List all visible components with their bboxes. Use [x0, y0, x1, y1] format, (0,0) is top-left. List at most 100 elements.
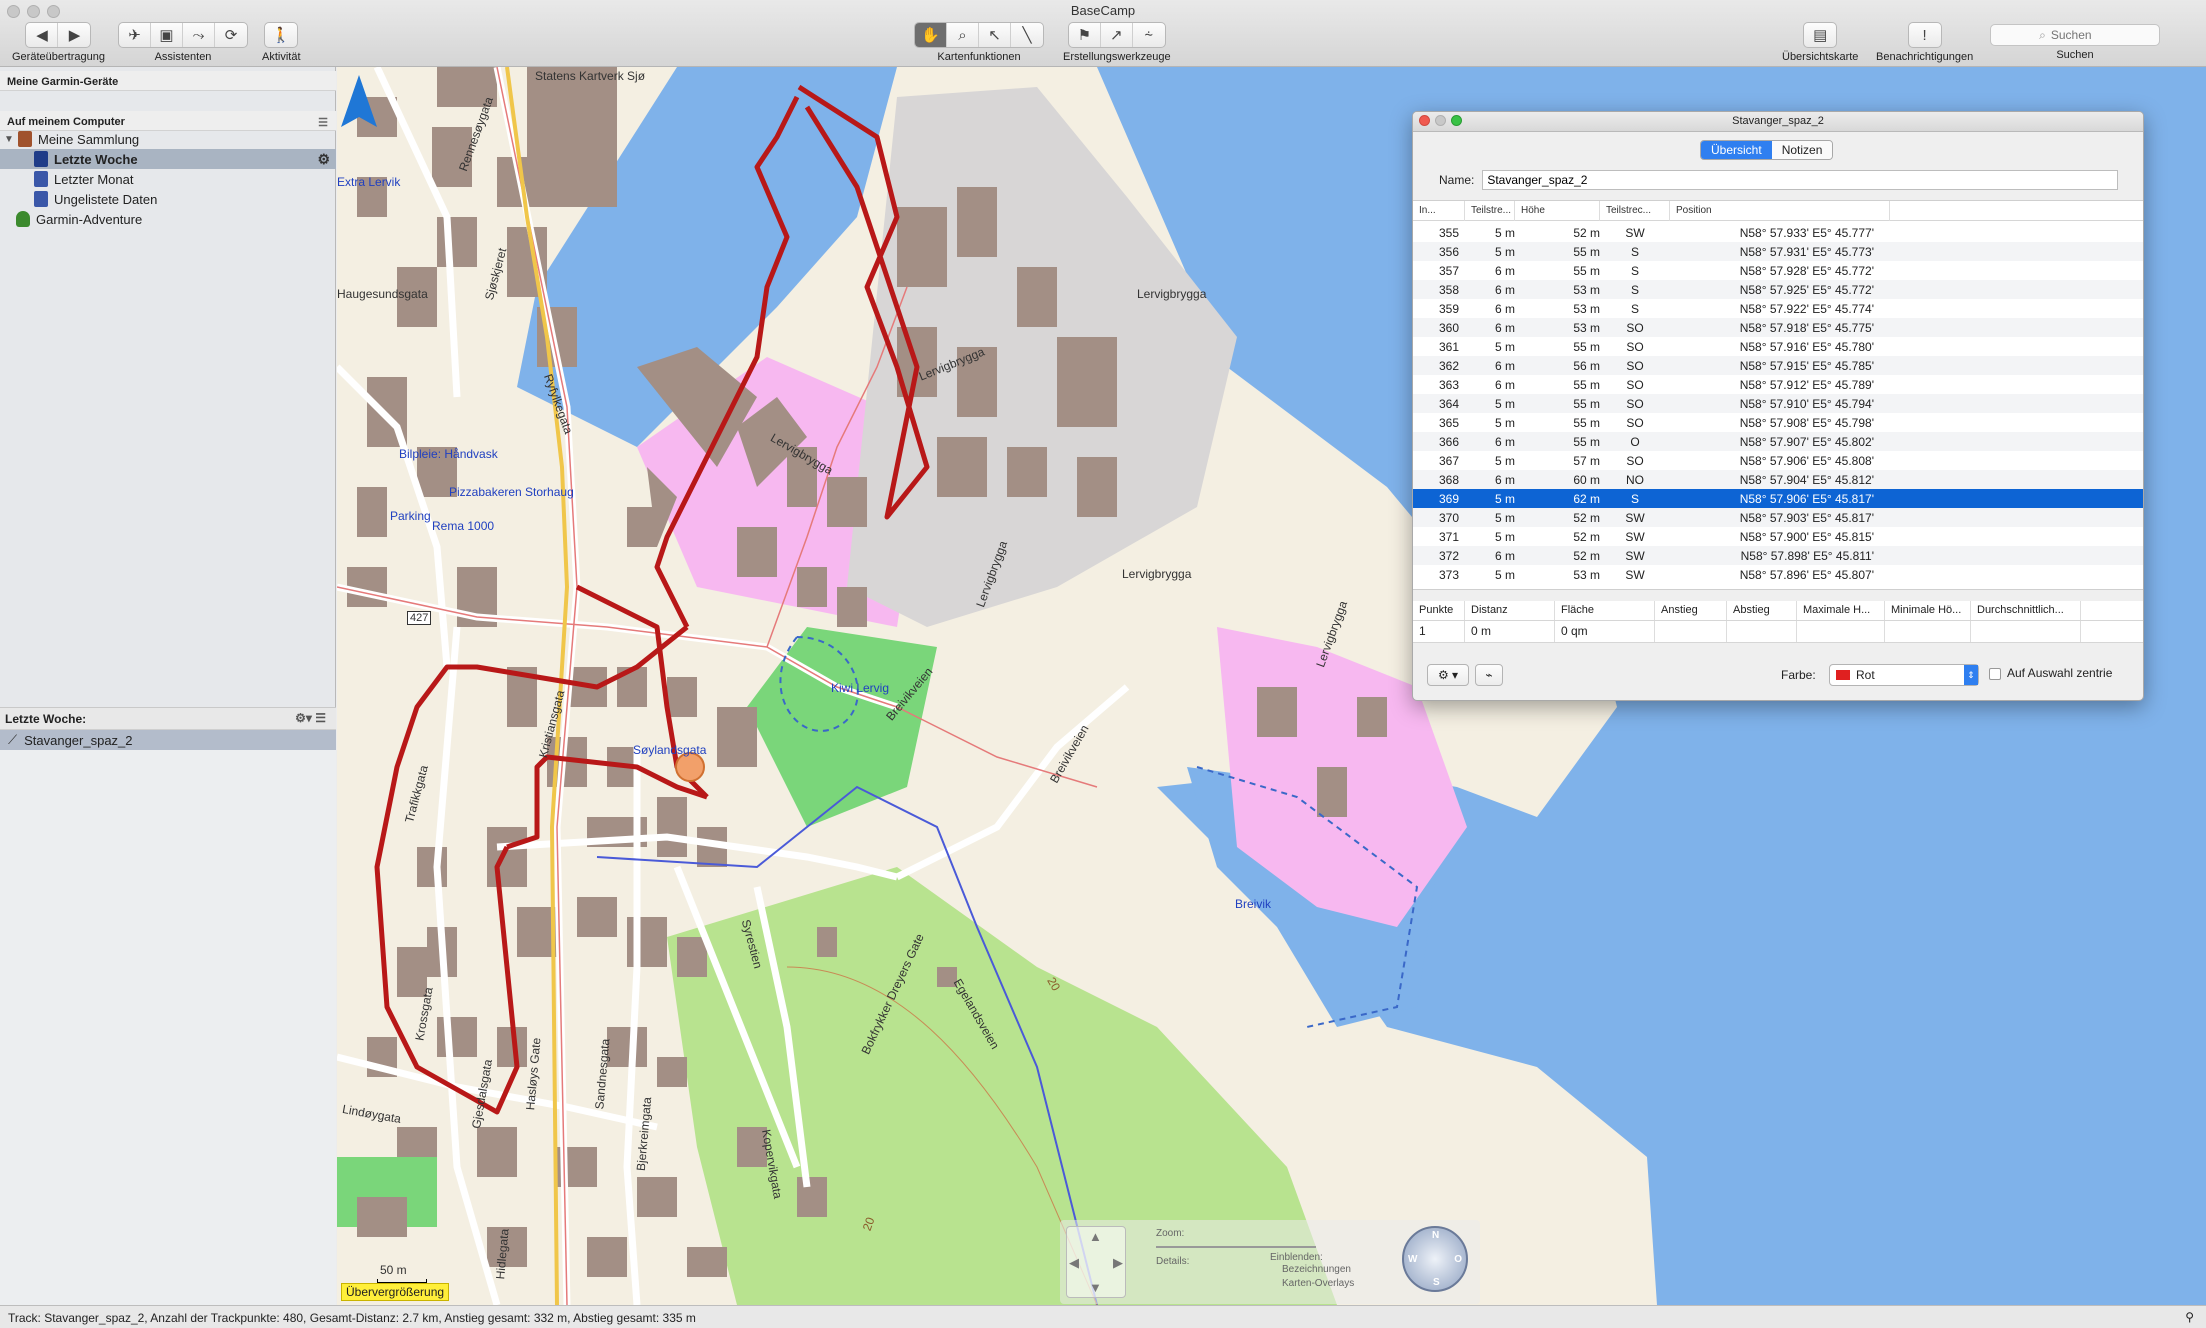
devices-header: Meine Garmin-Geräte [0, 71, 336, 91]
pan-up-icon[interactable]: ▲ [1089, 1229, 1102, 1244]
table-cell: 358 [1438, 282, 1459, 297]
tree-item-last-month[interactable]: Letzter Monat [0, 169, 336, 189]
column-header[interactable]: Teilstrec... [1600, 200, 1670, 221]
table-row[interactable]: 357 6 m 55 m S N58° 57.928' E5° 45.772' [1413, 261, 2143, 280]
table-row[interactable]: 363 6 m 55 m SO N58° 57.912' E5° 45.789' [1413, 375, 2143, 394]
table-row[interactable]: 360 6 m 53 m SO N58° 57.918' E5° 45.775' [1413, 318, 2143, 337]
center-selection-checkbox[interactable] [1989, 668, 2001, 680]
sync-icon[interactable]: ⟳ [215, 23, 247, 47]
labels-checkbox-label[interactable]: Bezeichnungen [1282, 1264, 1351, 1275]
table-row[interactable]: 355 5 m 52 m SW N58° 57.933' E5° 45.777' [1413, 223, 2143, 242]
table-row[interactable]: 372 6 m 52 m SW N58° 57.898' E5° 45.811' [1413, 546, 2143, 565]
panel-zoom-button[interactable] [1451, 115, 1462, 126]
poi-label: Extra Lervik [337, 175, 401, 189]
panel-title: Stavanger_spaz_2 [1732, 115, 1824, 127]
route-create-icon[interactable]: ↗ [1101, 23, 1133, 47]
table-row[interactable]: 364 5 m 55 m SO N58° 57.910' E5° 45.794' [1413, 394, 2143, 413]
table-cell: 53 m [1573, 301, 1600, 316]
table-cell: 5 m [1494, 339, 1515, 354]
tree-item-label: Ungelistete Daten [54, 191, 158, 207]
table-cell: N58° 57.918' E5° 45.775' [1739, 320, 1874, 335]
list-item-track[interactable]: ⟋ Stavanger_spaz_2 [0, 730, 336, 750]
table-row[interactable]: 368 6 m 60 m NO N58° 57.904' E5° 45.812' [1413, 470, 2143, 489]
overlays-checkbox-label[interactable]: Karten-Overlays [1282, 1278, 1354, 1289]
column-header[interactable]: Höhe [1515, 200, 1600, 221]
table-cell: 56 m [1573, 358, 1600, 373]
table-cell: SW [1625, 567, 1645, 582]
panel-close-button[interactable] [1419, 115, 1430, 126]
pan-left-icon[interactable]: ◀ [1069, 1255, 1079, 1271]
pan-pad[interactable]: ▲ ▼ ◀ ▶ [1066, 1226, 1126, 1298]
table-cell: 6 m [1494, 472, 1515, 487]
pan-right-icon[interactable]: ▶ [1113, 1255, 1123, 1271]
rocket-icon[interactable]: ✈ [119, 23, 151, 47]
zoom-slider[interactable] [1156, 1246, 1316, 1248]
table-row[interactable]: 373 5 m 53 m SW N58° 57.896' E5° 45.807' [1413, 565, 2143, 584]
overview-map-icon[interactable]: ▤ [1804, 23, 1836, 47]
name-input[interactable] [1482, 170, 2119, 190]
table-row[interactable]: 359 6 m 53 m S N58° 57.922' E5° 45.774' [1413, 299, 2143, 318]
selected-trackpoint-marker[interactable] [675, 752, 705, 782]
binoculars-icon[interactable]: ⚲ [2185, 1310, 2194, 1324]
map-tools-label: Kartenfunktionen [937, 51, 1021, 63]
table-cell: N58° 57.931' E5° 45.773' [1739, 244, 1874, 259]
table-cell: 55 m [1573, 263, 1600, 278]
magnifier-icon[interactable]: ⌕ [947, 23, 979, 47]
table-row[interactable]: 356 5 m 55 m S N58° 57.931' E5° 45.773' [1413, 242, 2143, 261]
table-cell: SO [1626, 358, 1644, 373]
tree-item-last-week[interactable]: Letzte Woche ⚙ [0, 149, 336, 169]
table-cell: NO [1626, 472, 1644, 487]
tree-item-collection[interactable]: ▼ Meine Sammlung [0, 129, 336, 149]
gear-menu-button[interactable]: ⚙ ▾ [1427, 664, 1469, 686]
stats-value [1727, 621, 1797, 642]
pointer-icon[interactable]: ↖ [979, 23, 1011, 47]
hand-pan-icon[interactable]: ✋ [915, 23, 947, 47]
table-row[interactable]: 358 6 m 53 m S N58° 57.925' E5° 45.772' [1413, 280, 2143, 299]
tab-overview[interactable]: Übersicht [1701, 141, 1772, 159]
tree-item-unlisted-data[interactable]: Ungelistete Daten [0, 189, 336, 209]
route-icon[interactable]: ⤳ [183, 23, 215, 47]
walker-icon[interactable]: 🚶 [265, 23, 297, 47]
column-header[interactable]: Position [1670, 200, 1890, 221]
waypoint-flag-icon[interactable]: ⚑ [1069, 23, 1101, 47]
backpack-icon[interactable]: ▣ [151, 23, 183, 47]
table-row[interactable]: 369 5 m 62 m S N58° 57.906' E5° 45.817' [1413, 489, 2143, 508]
device-transfer-group: ◀ ▶ Geräteübertragung [12, 22, 105, 63]
table-row[interactable]: 365 5 m 55 m SO N58° 57.908' E5° 45.798' [1413, 413, 2143, 432]
table-cell: 55 m [1573, 434, 1600, 449]
search-field[interactable]: ⌕ [1990, 24, 2160, 46]
table-row[interactable]: 361 5 m 55 m SO N58° 57.916' E5° 45.780' [1413, 337, 2143, 356]
send-to-device-icon[interactable]: ▶ [58, 23, 90, 47]
disclosure-triangle-icon[interactable]: ▼ [4, 134, 18, 145]
pan-down-icon[interactable]: ▼ [1089, 1280, 1102, 1295]
table-row[interactable]: 366 6 m 55 m O N58° 57.907' E5° 45.802' [1413, 432, 2143, 451]
gear-menu-icon[interactable]: ⚙▾ ☰ [295, 711, 326, 725]
tree-item-garmin-adventure[interactable]: Garmin-Adventure [0, 209, 336, 229]
receive-from-device-icon[interactable]: ◀ [26, 23, 59, 47]
table-row[interactable]: 367 5 m 57 m SO N58° 57.906' E5° 45.808' [1413, 451, 2143, 470]
notification-icon[interactable]: ! [1909, 23, 1941, 47]
profile-graph-button[interactable]: ⌁ [1475, 664, 1503, 686]
stats-value [1971, 621, 2081, 642]
table-cell: 367 [1438, 453, 1459, 468]
column-header[interactable]: Teilstre... [1465, 200, 1515, 221]
tab-notes[interactable]: Notizen [1771, 141, 1833, 159]
column-header[interactable]: In... [1413, 200, 1465, 221]
search-input[interactable] [2050, 28, 2111, 42]
list-menu-icon[interactable]: ☰ [318, 116, 328, 129]
gear-icon[interactable]: ⚙ [317, 151, 330, 168]
table-row[interactable]: 370 5 m 52 m SW N58° 57.903' E5° 45.817' [1413, 508, 2143, 527]
track-create-icon[interactable]: ⸞ [1133, 23, 1165, 47]
table-row[interactable]: 362 6 m 56 m SO N58° 57.915' E5° 45.785' [1413, 356, 2143, 375]
table-cell: SO [1626, 396, 1644, 411]
table-cell: 53 m [1573, 567, 1600, 582]
table-cell: 355 [1438, 225, 1459, 240]
compass-rose[interactable]: N S W O [1402, 1226, 1468, 1292]
table-cell: N58° 57.916' E5° 45.780' [1739, 339, 1874, 354]
ruler-icon[interactable]: ╲ [1011, 23, 1043, 47]
trackpoint-table[interactable]: In... Teilstre... Höhe Teilstrec... Posi… [1413, 200, 2143, 590]
table-row[interactable]: 371 5 m 52 m SW N58° 57.900' E5° 45.815' [1413, 527, 2143, 546]
panel-minimize-button[interactable] [1435, 115, 1446, 126]
color-select[interactable]: Rot ⇕ [1829, 664, 1979, 686]
table-cell: N58° 57.900' E5° 45.815' [1739, 529, 1874, 544]
